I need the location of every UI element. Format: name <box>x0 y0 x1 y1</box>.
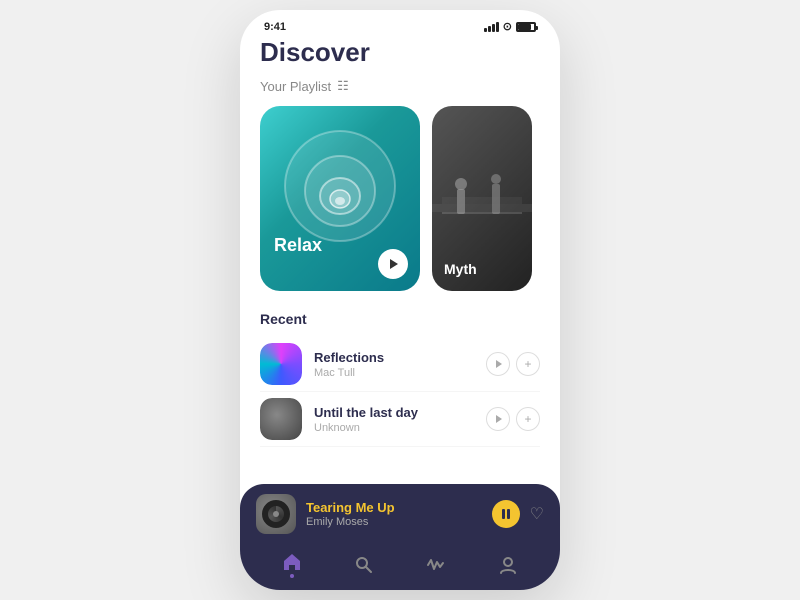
myth-svg <box>432 134 532 264</box>
battery-icon <box>516 22 536 32</box>
playlist-card-relax[interactable]: Relax <box>260 106 420 291</box>
home-icon <box>282 552 302 572</box>
wifi-icon: ⊙ <box>503 20 512 33</box>
reflections-artist: Mac Tull <box>314 367 474 379</box>
now-playing-info: Tearing Me Up Emily Moses <box>306 500 482 528</box>
reflections-play-button[interactable] <box>486 352 510 376</box>
track-item-reflections: Reflections Mac Tull + <box>260 337 540 392</box>
now-playing-artwork <box>256 494 296 534</box>
status-icons: ⊙ <box>484 20 536 33</box>
reflections-add-button[interactable]: + <box>516 352 540 376</box>
myth-label: Myth <box>444 261 477 277</box>
np-controls: ♡ <box>492 500 544 528</box>
play-triangle-icon <box>390 259 398 269</box>
plus-icon-2: + <box>524 412 531 426</box>
bottom-nav <box>256 544 544 590</box>
until-add-button[interactable]: + <box>516 407 540 431</box>
until-title: Until the last day <box>314 405 474 420</box>
page-title: Discover <box>260 37 540 68</box>
heart-icon[interactable]: ♡ <box>530 504 544 524</box>
profile-icon <box>498 555 518 575</box>
filter-icon[interactable]: ☷ <box>337 78 349 94</box>
playlist-label: Your Playlist <box>260 79 331 94</box>
np-title: Tearing Me Up <box>306 500 482 515</box>
mini-play-icon <box>496 360 502 368</box>
nav-search[interactable] <box>354 555 374 575</box>
vinyl-icon <box>262 500 290 528</box>
now-playing-content: Tearing Me Up Emily Moses ♡ <box>256 494 544 534</box>
mini-play-icon-2 <box>496 415 502 423</box>
playlist-scroll: Relax <box>240 106 560 291</box>
playlist-card-myth[interactable]: Myth <box>432 106 532 291</box>
until-artist: Unknown <box>314 422 474 434</box>
plus-icon: + <box>524 357 531 371</box>
track-item-until: Until the last day Unknown + <box>260 392 540 447</box>
relax-play-button[interactable] <box>378 249 408 279</box>
phone-container: 9:41 ⊙ Discover Your Playlist ☷ <box>240 10 560 590</box>
pause-bar-1 <box>502 509 505 519</box>
pause-button[interactable] <box>492 500 520 528</box>
activity-icon <box>426 555 446 575</box>
until-artwork <box>260 398 302 440</box>
nav-activity[interactable] <box>426 555 446 575</box>
playlist-section-header: Your Playlist ☷ <box>260 78 540 94</box>
recent-section: Recent Reflections Mac Tull + <box>260 311 540 447</box>
nav-home[interactable] <box>282 552 302 578</box>
reflections-actions: + <box>486 352 540 376</box>
time: 9:41 <box>264 21 286 33</box>
until-play-button[interactable] <box>486 407 510 431</box>
relax-label: Relax <box>274 235 322 256</box>
now-playing-bar[interactable]: Tearing Me Up Emily Moses ♡ <box>240 484 560 590</box>
reflections-title: Reflections <box>314 350 474 365</box>
signal-icon <box>484 22 499 32</box>
recent-label: Recent <box>260 311 540 327</box>
status-bar: 9:41 ⊙ <box>240 10 560 37</box>
search-icon <box>354 555 374 575</box>
until-actions: + <box>486 407 540 431</box>
pause-bar-2 <box>507 509 510 519</box>
reflections-artwork <box>260 343 302 385</box>
np-artist: Emily Moses <box>306 516 482 528</box>
reflections-info: Reflections Mac Tull <box>314 350 474 379</box>
until-info: Until the last day Unknown <box>314 405 474 434</box>
nav-active-dot <box>290 574 294 578</box>
nav-profile[interactable] <box>498 555 518 575</box>
